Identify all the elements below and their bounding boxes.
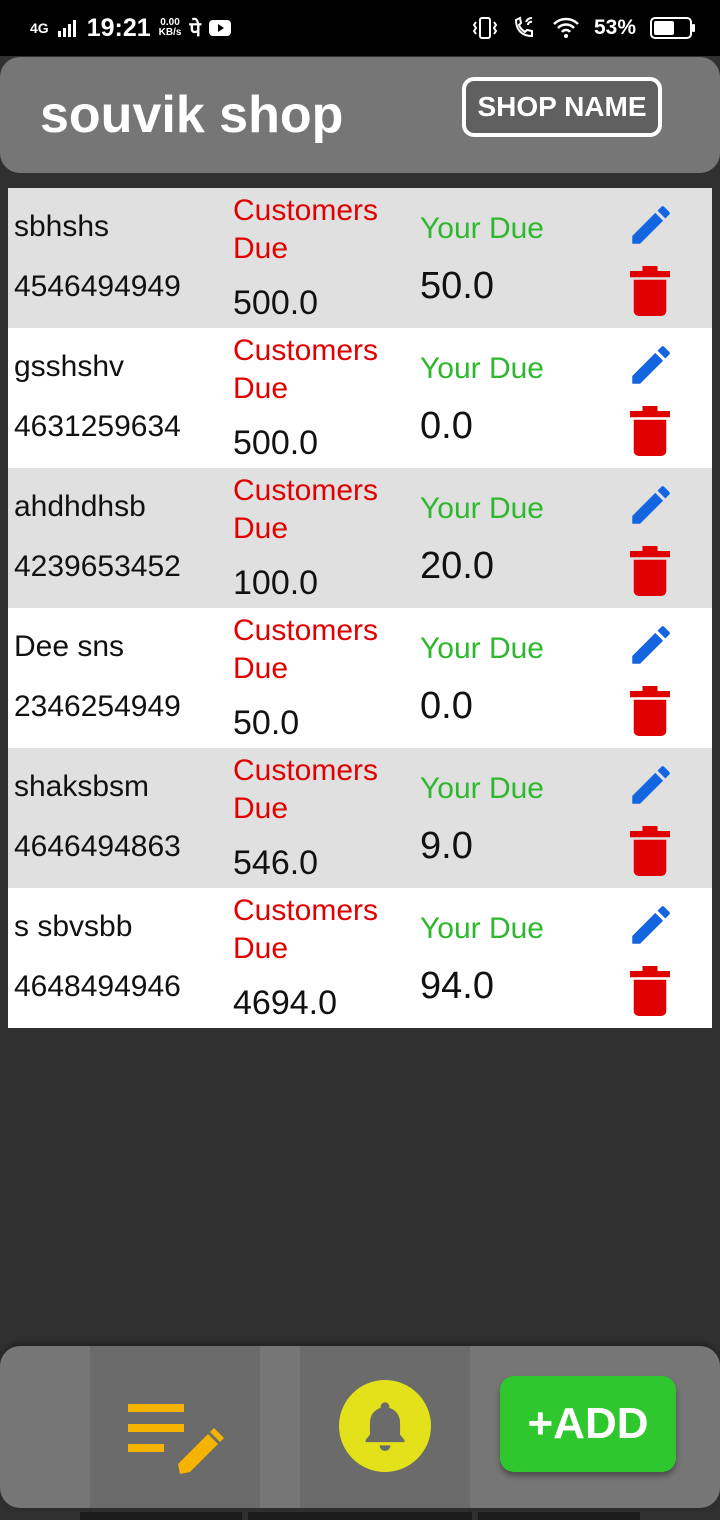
delete-icon[interactable] [630,406,670,456]
customer-row: shaksbsm 4646494863 Customers Due 546.0 … [8,748,712,888]
net-speed-value: 0.00 [160,16,180,28]
network-type: 4G [30,20,49,36]
delete-icon[interactable] [630,966,670,1016]
customer-row: sbhshs 4546494949 Customers Due 500.0 Yo… [8,188,712,328]
customers-due-label: Customers Due [233,614,379,685]
your-due-label: Your Due [420,492,544,525]
app-header: souvik shop SHOP NAME [0,57,720,173]
customer-name: shaksbsm [14,770,150,803]
customers-due-value: 4694.0 [233,984,337,1022]
edit-icon[interactable] [626,340,676,390]
nav-hint-right [478,1512,640,1520]
your-due-value: 0.0 [420,405,473,447]
delete-icon[interactable] [630,826,670,876]
edit-icon[interactable] [626,200,676,250]
customers-due-label: Customers Due [233,474,379,545]
edit-icon[interactable] [626,620,676,670]
customers-due-value: 546.0 [233,844,319,882]
wifi-calling-icon [514,16,533,38]
edit-icon[interactable] [626,760,676,810]
bell-button[interactable] [339,1380,431,1472]
list-edit-icon [128,1404,224,1474]
customer-name: sbhshs [14,210,110,243]
youtube-icon [208,20,231,36]
your-due-value: 50.0 [420,265,494,307]
edit-icon[interactable] [626,480,676,530]
net-speed: 0.00 KB/s [158,16,182,39]
edit-icon[interactable] [626,900,676,950]
bottom-bar: +ADD [0,1346,720,1508]
nav-hint-left [80,1512,242,1520]
customer-row: gsshshv 4631259634 Customers Due 500.0 Y… [8,328,712,468]
customer-row: ahdhdhsb 4239653452 Customers Due 100.0 … [8,468,712,608]
your-due-value: 94.0 [420,965,494,1007]
delete-icon[interactable] [630,266,670,316]
customer-phone: 4646494863 [14,830,181,863]
signal-icon [57,20,76,37]
customer-row: s sbvsbb 4648494946 Customers Due 4694.0… [8,888,712,1028]
shop-name-button[interactable]: SHOP NAME [462,77,662,137]
customers-due-value: 50.0 [233,704,300,742]
customers-due-label: Customers Due [233,334,379,405]
add-button[interactable]: +ADD [500,1376,676,1472]
customers-due-value: 500.0 [233,284,319,322]
customer-name: ahdhdhsb [14,490,146,523]
status-bar: 4G 19:21 0.00 KB/s पे 53% [0,0,720,56]
status-right: 53% [472,16,696,40]
delete-icon[interactable] [630,546,670,596]
your-due-value: 9.0 [420,825,473,867]
notifications-tab[interactable] [300,1346,470,1508]
your-due-label: Your Due [420,912,544,945]
customer-phone: 4648494946 [14,970,181,1003]
customer-phone: 4239653452 [14,550,181,583]
your-due-value: 0.0 [420,685,473,727]
delete-icon[interactable] [630,686,670,736]
customers-due-value: 500.0 [233,424,319,462]
customer-phone: 4631259634 [14,410,181,443]
your-due-label: Your Due [420,212,544,245]
battery-percent: 53% [593,16,636,39]
your-due-label: Your Due [420,352,544,385]
customer-name: s sbvsbb [14,910,133,943]
customer-row: Dee sns 2346254949 Customers Due 50.0 Yo… [8,608,712,748]
customers-due-label: Customers Due [233,194,379,265]
status-left: 4G 19:21 0.00 KB/s पे [30,14,231,43]
your-due-label: Your Due [420,632,544,665]
your-due-value: 20.0 [420,545,494,587]
net-speed-unit: KB/s [158,27,182,38]
customer-phone: 4546494949 [14,270,181,303]
your-due-label: Your Due [420,772,544,805]
vibrate-icon [472,17,498,39]
clock: 19:21 [86,13,151,42]
customers-due-value: 100.0 [233,564,319,602]
customer-name: gsshshv [14,350,125,383]
customer-list: sbhshs 4546494949 Customers Due 500.0 Yo… [8,188,712,1028]
customers-due-label: Customers Due [233,894,379,965]
wifi-icon [553,17,579,38]
bell-icon [365,1402,405,1451]
transactions-tab[interactable] [90,1346,260,1508]
customer-phone: 2346254949 [14,690,181,723]
shop-title: souvik shop [40,86,344,144]
notification-glyph: पे [189,18,201,41]
customers-due-label: Customers Due [233,754,379,825]
nav-hint-center [248,1512,472,1520]
customer-name: Dee sns [14,630,125,663]
battery-icon [650,17,695,39]
